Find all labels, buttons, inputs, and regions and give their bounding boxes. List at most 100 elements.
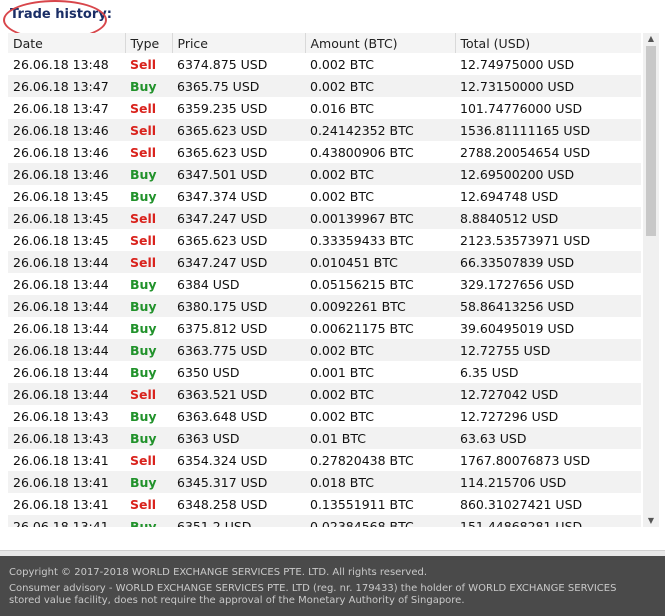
trade-type: Sell bbox=[130, 232, 157, 248]
site-footer: Copyright © 2017-2018 WORLD EXCHANGE SER… bbox=[0, 556, 665, 616]
scroll-down-arrow-icon[interactable]: ▼ bbox=[643, 515, 659, 527]
trade-price: 6365.623 USD bbox=[172, 119, 305, 141]
trade-date: 26.06.18 13:48 bbox=[13, 56, 109, 72]
column-header-total[interactable]: Total (USD) bbox=[455, 33, 641, 53]
trade-price: 6363.648 USD bbox=[177, 408, 268, 424]
table-row: 26.06.18 13:46 Buy 6347.501 USD 0.002 BTC 12… bbox=[8, 163, 641, 185]
trade-price: 6365.623 USD bbox=[177, 232, 268, 248]
footer-copyright: Copyright © 2017-2018 WORLD EXCHANGE SER… bbox=[9, 567, 428, 578]
trade-total: 1536.81111165 USD bbox=[455, 119, 641, 141]
trade-total: 12.74975000 USD bbox=[460, 56, 575, 72]
trade-history-table-container[interactable]: Date Type Price Amount (BTC) Total (USD)… bbox=[8, 33, 641, 527]
trade-type: Buy bbox=[125, 471, 172, 493]
table-row: 26.06.18 13:45 Buy 6347.374 USD 0.002 BTC 12… bbox=[8, 185, 641, 207]
trade-amount: 0.05156215 BTC bbox=[310, 276, 414, 292]
trade-amount: 0.002 BTC bbox=[305, 163, 455, 185]
column-header-price[interactable]: Price bbox=[172, 33, 306, 53]
trade-date: 26.06.18 13:41 bbox=[8, 515, 125, 527]
table-row: 26.06.18 13:43 Buy 6363.648 USD 0.002 BTC 12… bbox=[8, 405, 641, 427]
trade-total: 329.1727656 USD bbox=[460, 276, 575, 292]
trade-amount: 0.002 BTC bbox=[310, 188, 374, 204]
column-header-date[interactable]: Date bbox=[8, 33, 126, 53]
column-header-type[interactable]: Type bbox=[125, 33, 173, 53]
table-row: 26.06.18 13:41 Buy 6351.2 USD 0.02384568 BT… bbox=[8, 515, 641, 527]
table-row: 26.06.18 13:45 Sell 6365.623 USD 0.33359433… bbox=[8, 229, 641, 251]
trade-date: 26.06.18 13:41 bbox=[8, 471, 125, 493]
trade-amount: 0.24142352 BTC bbox=[305, 119, 455, 141]
trade-total: 860.31027421 USD bbox=[460, 496, 583, 512]
trade-type: Buy bbox=[125, 339, 172, 361]
trade-type: Sell bbox=[125, 207, 172, 229]
trade-amount: 0.002 BTC bbox=[305, 75, 455, 97]
trade-date: 26.06.18 13:44 bbox=[13, 364, 109, 380]
trade-amount: 0.27820438 BTC bbox=[310, 452, 414, 468]
trade-price: 6365.623 USD bbox=[177, 144, 268, 160]
scroll-up-arrow-icon[interactable]: ▲ bbox=[643, 33, 659, 45]
trade-price: 6347.247 USD bbox=[172, 207, 305, 229]
trade-date: 26.06.18 13:44 bbox=[8, 295, 125, 317]
trade-date: 26.06.18 13:44 bbox=[8, 339, 125, 361]
trade-total: 12.727296 USD bbox=[460, 408, 559, 424]
trade-total: 151.44868281 USD bbox=[455, 515, 641, 527]
trade-date: 26.06.18 13:43 bbox=[8, 427, 125, 449]
trade-type: Buy bbox=[125, 163, 172, 185]
trade-amount: 0.01 BTC bbox=[305, 427, 455, 449]
trade-amount: 0.0092261 BTC bbox=[305, 295, 455, 317]
table-row: 26.06.18 13:46 Sell 6365.623 USD 0.24142352… bbox=[8, 119, 641, 141]
trade-price: 6345.317 USD bbox=[172, 471, 305, 493]
trade-date: 26.06.18 13:47 bbox=[13, 100, 109, 116]
table-row: 26.06.18 13:44 Sell 6347.247 USD 0.010451 B… bbox=[8, 251, 641, 273]
trade-type: Buy bbox=[125, 75, 172, 97]
trade-date: 26.06.18 13:44 bbox=[13, 276, 109, 292]
trade-date: 26.06.18 13:45 bbox=[13, 232, 109, 248]
trade-price: 6374.875 USD bbox=[177, 56, 268, 72]
trade-amount: 0.33359433 BTC bbox=[310, 232, 414, 248]
table-row: 26.06.18 13:48 Sell 6374.875 USD 0.002 BTC 1… bbox=[8, 53, 641, 75]
trade-price: 6375.812 USD bbox=[177, 320, 268, 336]
trade-total: 12.69500200 USD bbox=[455, 163, 641, 185]
trade-type: Buy bbox=[130, 320, 157, 336]
trade-date: 26.06.18 13:44 bbox=[8, 251, 125, 273]
trade-type: Buy bbox=[125, 427, 172, 449]
trade-total: 101.74776000 USD bbox=[460, 100, 583, 116]
trade-amount: 0.002 BTC bbox=[305, 383, 455, 405]
trade-amount: 0.02384568 BTC bbox=[305, 515, 455, 527]
trade-total: 58.86413256 USD bbox=[455, 295, 641, 317]
trade-type: Buy bbox=[125, 515, 172, 527]
table-row: 26.06.18 13:44 Buy 6363.775 USD 0.002 BTC 12… bbox=[8, 339, 641, 361]
trade-price: 6359.235 USD bbox=[177, 100, 268, 116]
trade-date: 26.06.18 13:43 bbox=[13, 408, 109, 424]
trade-date: 26.06.18 13:41 bbox=[13, 496, 109, 512]
trade-type: Sell bbox=[125, 383, 172, 405]
trade-date: 26.06.18 13:45 bbox=[13, 188, 109, 204]
trade-total: 12.694748 USD bbox=[460, 188, 559, 204]
table-row: 26.06.18 13:44 Buy 6375.812 USD 0.00621175 … bbox=[8, 317, 641, 339]
trade-price: 6363.775 USD bbox=[172, 339, 305, 361]
trade-amount: 0.001 BTC bbox=[310, 364, 374, 380]
column-header-amount[interactable]: Amount (BTC) bbox=[305, 33, 456, 53]
table-row: 26.06.18 13:47 Buy 6365.75 USD 0.002 BTC 12.… bbox=[8, 75, 641, 97]
table-row: 26.06.18 13:41 Sell 6348.258 USD 0.13551911… bbox=[8, 493, 641, 515]
trade-amount: 0.13551911 BTC bbox=[310, 496, 414, 512]
table-row: 26.06.18 13:47 Sell 6359.235 USD 0.016 BTC 1… bbox=[8, 97, 641, 119]
trade-price: 6354.324 USD bbox=[177, 452, 268, 468]
trade-amount: 0.016 BTC bbox=[310, 100, 374, 116]
table-row: 26.06.18 13:44 Buy 6384 USD 0.05156215 BTC 3… bbox=[8, 273, 641, 295]
table-row: 26.06.18 13:43 Buy 6363 USD 0.01 BTC 63.63 U… bbox=[8, 427, 641, 449]
table-scrollbar[interactable]: ▲ ▼ bbox=[643, 33, 659, 527]
trade-total: 12.73150000 USD bbox=[455, 75, 641, 97]
trade-price: 6351.2 USD bbox=[172, 515, 305, 527]
trade-amount: 0.002 BTC bbox=[305, 339, 455, 361]
trade-type: Buy bbox=[130, 364, 157, 380]
table-row: 26.06.18 13:44 Buy 6380.175 USD 0.0092261 B… bbox=[8, 295, 641, 317]
trade-type: Sell bbox=[130, 496, 157, 512]
trade-type: Buy bbox=[125, 295, 172, 317]
trade-date: 26.06.18 13:46 bbox=[8, 163, 125, 185]
trade-total: 6.35 USD bbox=[460, 364, 519, 380]
trade-type: Sell bbox=[125, 251, 172, 273]
scrollbar-thumb[interactable] bbox=[646, 46, 656, 236]
trade-date: 26.06.18 13:46 bbox=[8, 119, 125, 141]
trade-price: 6384 USD bbox=[177, 276, 240, 292]
trade-price: 6365.75 USD bbox=[172, 75, 305, 97]
trade-price: 6363 USD bbox=[172, 427, 305, 449]
